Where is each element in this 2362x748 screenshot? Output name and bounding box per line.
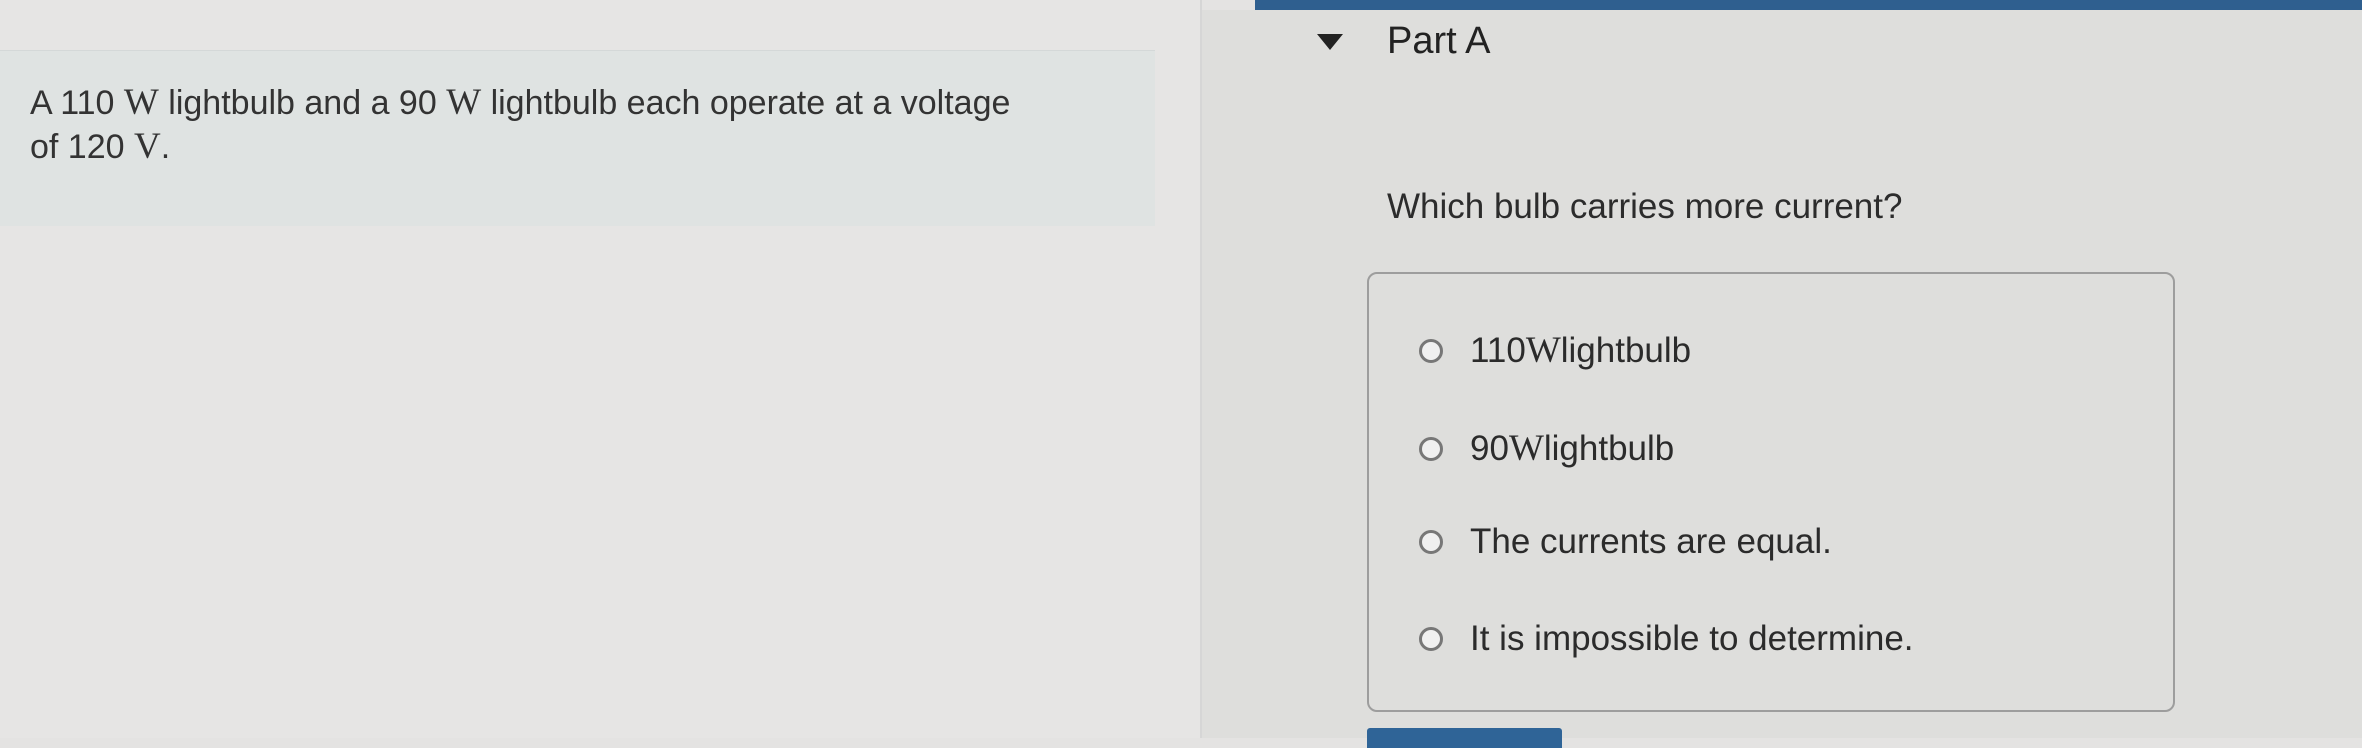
question-box: A 110 W lightbulb and a 90 W lightbulb e… xyxy=(0,50,1155,226)
unit-volt: V xyxy=(133,126,161,167)
answer-options-box: 110 W lightbulb 90 W lightbulb The curre… xyxy=(1367,272,2175,712)
question-prompt: Which bulb carries more current? xyxy=(1387,187,1903,226)
question-suffix: lightbulb each operate at a voltage xyxy=(481,84,1011,122)
option-equal[interactable]: The currents are equal. xyxy=(1419,522,1832,562)
submit-button[interactable] xyxy=(1367,728,1562,748)
option-110w-number: 110 xyxy=(1470,330,1526,370)
option-90w-unit: W xyxy=(1508,428,1544,469)
radio-option-equal[interactable] xyxy=(1419,530,1443,554)
unit-watt-2: W xyxy=(446,82,482,123)
option-90w[interactable]: 90 W lightbulb xyxy=(1419,427,1674,470)
question-pane: A 110 W lightbulb and a 90 W lightbulb e… xyxy=(0,0,1200,738)
radio-option-90w[interactable] xyxy=(1419,436,1443,461)
question-prefix: A 110 xyxy=(30,84,124,122)
option-110w-label: lightbulb xyxy=(1560,330,1692,370)
option-equal-label: The currents are equal. xyxy=(1470,522,1832,561)
option-90w-number: 90 xyxy=(1470,428,1509,468)
option-110w[interactable]: 110 W lightbulb xyxy=(1419,329,1691,372)
question-line2-prefix: of 120 xyxy=(30,128,134,166)
radio-option-110w[interactable] xyxy=(1419,338,1443,363)
option-110w-unit: W xyxy=(1525,330,1561,371)
option-impossible-label: It is impossible to determine. xyxy=(1470,619,1914,658)
top-strip xyxy=(1255,0,2362,10)
radio-option-impossible[interactable] xyxy=(1419,627,1443,651)
question-line2-suffix: . xyxy=(160,128,171,166)
option-90w-label: lightbulb xyxy=(1543,428,1675,468)
answer-pane: Part A Which bulb carries more current? … xyxy=(1202,10,2362,748)
question-middle: lightbulb and a 90 xyxy=(158,84,447,122)
part-title: Part A xyxy=(1387,20,1491,62)
part-header[interactable]: Part A xyxy=(1317,20,1491,63)
caret-down-icon[interactable] xyxy=(1317,33,1343,50)
question-text: A 110 W lightbulb and a 90 W lightbulb e… xyxy=(30,81,1130,169)
unit-watt-1: W xyxy=(123,82,159,123)
option-impossible[interactable]: It is impossible to determine. xyxy=(1419,619,1914,659)
